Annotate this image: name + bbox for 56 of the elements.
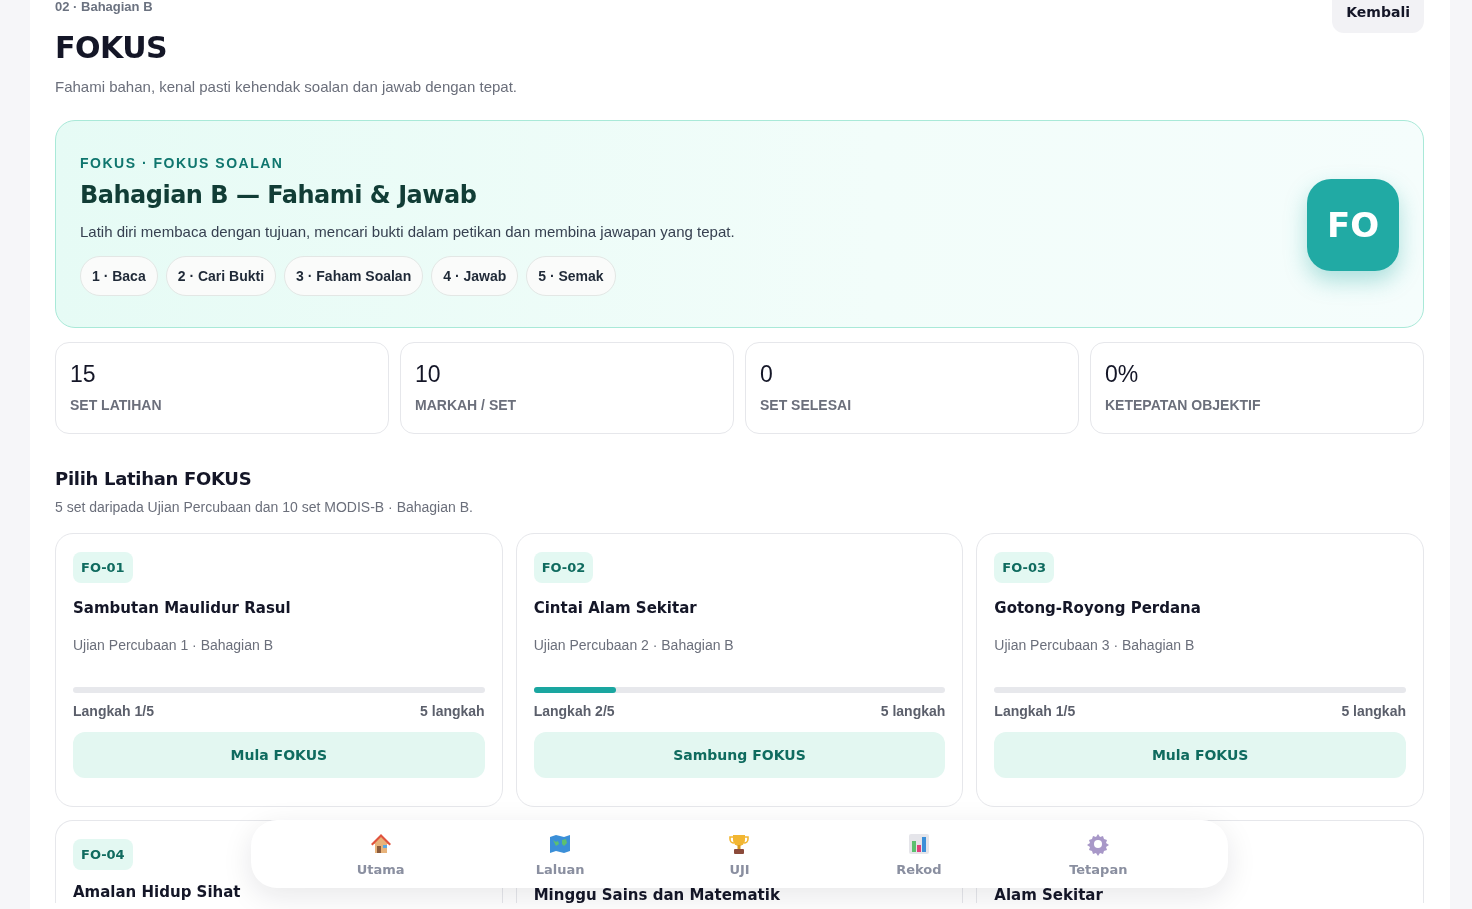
- stat-label: SET LATIHAN: [70, 397, 163, 413]
- set-title: Minggu Sains dan Matematik: [533, 887, 780, 903]
- step-label: Langkah 1/5: [994, 703, 1076, 719]
- start-button[interactable]: Sambung FOKUS: [533, 732, 946, 778]
- hero-badge: FO: [1307, 179, 1399, 271]
- set-title: Cintai Alam Sekitar: [533, 599, 697, 617]
- hero-heading: Bahagian B — Fahami & Jawab: [80, 180, 478, 209]
- set-code: FO-04: [73, 839, 133, 870]
- nav-item[interactable]: UJI: [649, 820, 830, 888]
- nav-item[interactable]: Utama: [291, 820, 471, 888]
- stat-value: 0%: [1105, 361, 1140, 388]
- set-title: Amalan Hidup Sihat: [73, 884, 241, 900]
- bar-chart-icon: [906, 831, 931, 856]
- page-subtitle: Fahami bahan, kenal pasti kehendak soalan dan jawab dengan tepat.: [55, 78, 517, 95]
- nav-item[interactable]: Rekod: [829, 820, 1009, 888]
- section-heading: Pilih Latihan FOKUS: [55, 468, 253, 489]
- nav-label: Utama: [356, 861, 405, 877]
- stat-value: 10: [415, 361, 442, 388]
- nav-label: Rekod: [896, 861, 942, 877]
- set-source: Ujian Percubaan 2 · Bahagian B: [533, 637, 734, 653]
- set-code: FO-03: [994, 552, 1054, 583]
- step-total: 5 langkah: [880, 703, 946, 719]
- stat-label: SET SELESAI: [760, 397, 853, 413]
- step-chip: 1 · Baca: [80, 255, 158, 296]
- stat-value: 0: [760, 361, 774, 388]
- set-title: Alam Sekitar: [994, 887, 1103, 903]
- set-source: Ujian Percubaan 1 · Bahagian B: [73, 637, 274, 653]
- stat-value: 15: [70, 361, 97, 388]
- nav-item[interactable]: Laluan: [470, 820, 650, 888]
- nav-label: UJI: [729, 861, 750, 877]
- nav-label: Laluan: [535, 861, 585, 877]
- back-button[interactable]: Kembali: [1332, 0, 1424, 33]
- step-label: Langkah 1/5: [73, 703, 154, 719]
- set-code: FO-02: [533, 552, 594, 583]
- nav-label: Tetapan: [1069, 861, 1128, 877]
- nav-item[interactable]: Tetapan: [1008, 820, 1188, 888]
- step-total: 5 langkah: [420, 703, 485, 719]
- page-title: FOKUS: [55, 29, 169, 67]
- step-label: Langkah 2/5: [533, 703, 615, 719]
- start-button[interactable]: Mula FOKUS: [994, 732, 1406, 778]
- step-chip: 5 · Semak: [526, 255, 616, 296]
- hero-eyebrow: FOKUS · FOKUS SOALAN: [80, 154, 285, 171]
- stat-label: MARKAH / SET: [415, 397, 518, 413]
- set-title: Gotong-Royong Perdana: [994, 599, 1201, 617]
- breadcrumb: 02 · Bahagian B: [55, 0, 154, 14]
- set-source: Ujian Percubaan 3 · Bahagian B: [994, 637, 1195, 653]
- set-code: FO-01: [73, 552, 133, 583]
- step-chip: 2 · Cari Bukti: [165, 255, 277, 296]
- start-button[interactable]: Mula FOKUS: [73, 732, 485, 778]
- step-chip: 4 · Jawab: [431, 255, 519, 296]
- set-title: Sambutan Maulidur Rasul: [73, 599, 291, 617]
- stat-label: KETEPATAN OBJEKTIF: [1105, 397, 1262, 413]
- step-chip: 3 · Faham Soalan: [284, 255, 424, 296]
- step-total: 5 langkah: [1341, 703, 1406, 719]
- hero-description: Latih diri membaca dengan tujuan, mencari bukti dalam petikan dan membina jawapan yang tepat.: [80, 222, 735, 240]
- section-description: 5 set daripada Ujian Percubaan dan 10 set MODIS-B · Bahagian B.: [55, 499, 474, 515]
